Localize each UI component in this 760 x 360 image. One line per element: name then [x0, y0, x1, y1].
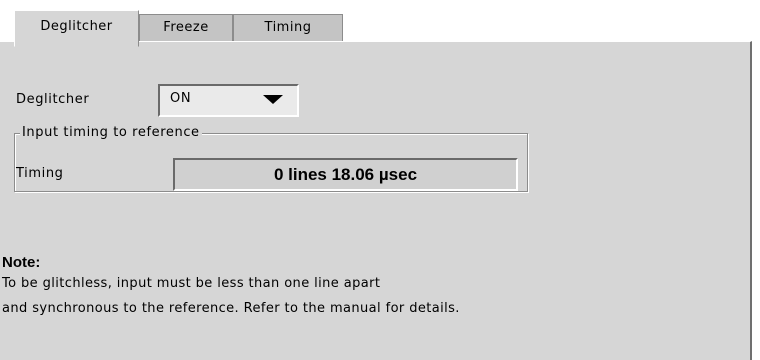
tab-freeze[interactable]: Freeze [139, 14, 233, 41]
timing-label: Timing [16, 166, 64, 181]
timing-readout: 0 lines 18.06 µsec [173, 158, 518, 191]
note-title: Note: [2, 254, 41, 271]
tab-timing[interactable]: Timing [233, 14, 343, 41]
dropdown-arrow-icon [263, 95, 283, 104]
deglitcher-label: Deglitcher [16, 92, 90, 107]
note-line-1: To be glitchless, input must be less tha… [2, 276, 381, 291]
settings-panel: Deglitcher ON Input timing to reference … [0, 41, 752, 360]
input-timing-group-title: Input timing to reference [20, 125, 202, 140]
note-line-2: and synchronous to the reference. Refer … [2, 301, 460, 316]
tab-deglitcher[interactable]: Deglitcher [14, 10, 139, 47]
app-window: Deglitcher ON Input timing to reference … [0, 0, 760, 360]
deglitcher-select[interactable]: ON [158, 84, 299, 117]
deglitcher-select-value: ON [170, 91, 192, 106]
